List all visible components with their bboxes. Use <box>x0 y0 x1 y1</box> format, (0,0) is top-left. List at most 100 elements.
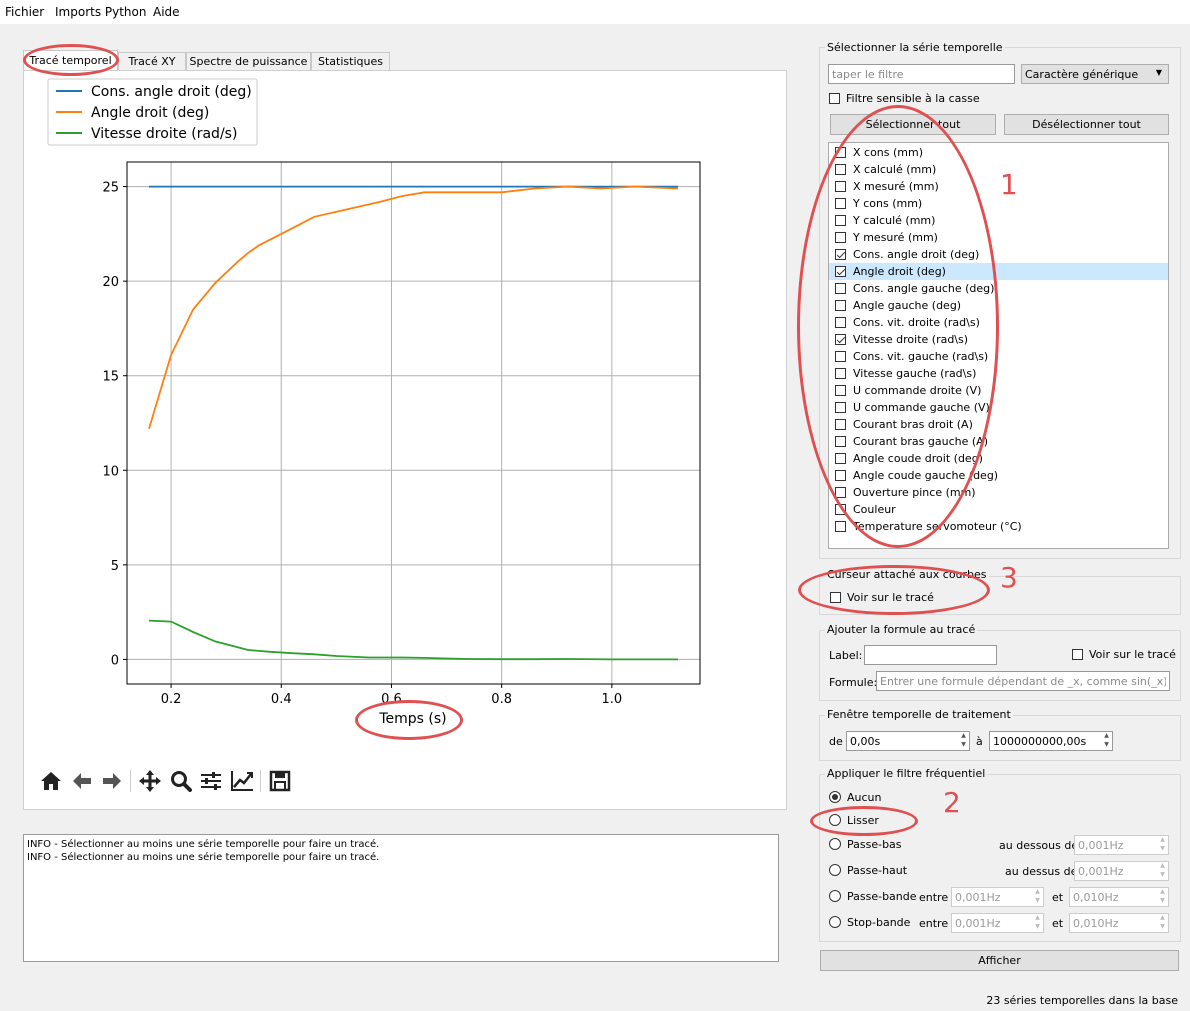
bandstop-low-spinbox[interactable]: ▲ ▼ <box>951 913 1044 933</box>
bandpass-high-spinbox[interactable]: ▲ ▼ <box>1069 887 1169 907</box>
spin-up-icon[interactable]: ▲ <box>958 732 969 740</box>
spin-up-icon[interactable]: ▲ <box>1032 888 1043 896</box>
series-list-item[interactable]: X cons (mm) <box>829 144 1168 161</box>
series-checkbox[interactable] <box>835 487 846 498</box>
spin-up-icon[interactable]: ▲ <box>1032 914 1043 922</box>
pan-icon[interactable] <box>137 768 163 794</box>
series-checkbox[interactable] <box>835 215 846 226</box>
series-list-item[interactable]: Y mesuré (mm) <box>829 229 1168 246</box>
series-checkbox[interactable] <box>835 317 846 328</box>
series-list-item[interactable]: Y cons (mm) <box>829 195 1168 212</box>
series-checkbox[interactable] <box>835 470 846 481</box>
series-checkbox[interactable] <box>835 266 846 277</box>
bandpass-low-spinbox[interactable]: ▲ ▼ <box>951 887 1044 907</box>
tab-spectre-puissance[interactable]: Spectre de puissance <box>186 52 311 71</box>
series-list-item[interactable]: X mesuré (mm) <box>829 178 1168 195</box>
series-checkbox[interactable] <box>835 249 846 260</box>
spin-down-icon[interactable]: ▼ <box>1032 897 1043 905</box>
spin-down-icon[interactable]: ▼ <box>958 741 969 749</box>
series-list-item[interactable]: Vitesse gauche (rad\s) <box>829 365 1168 382</box>
spin-up-icon[interactable]: ▲ <box>1157 862 1168 870</box>
series-checkbox[interactable] <box>835 402 846 413</box>
window-to-input[interactable] <box>989 731 1113 751</box>
bandpass-low-input[interactable] <box>951 887 1044 907</box>
series-list-item[interactable]: U commande droite (V) <box>829 382 1168 399</box>
series-list-item[interactable]: U commande gauche (V) <box>829 399 1168 416</box>
series-checkbox[interactable] <box>835 504 846 515</box>
series-checkbox[interactable] <box>835 283 846 294</box>
series-checkbox[interactable] <box>835 385 846 396</box>
series-checkbox[interactable] <box>835 351 846 362</box>
series-checkbox[interactable] <box>835 453 846 464</box>
bandstop-high-spinbox[interactable]: ▲ ▼ <box>1069 913 1169 933</box>
tab-trace-temporel[interactable]: Tracé temporel <box>23 50 118 72</box>
series-list-item[interactable]: Cons. vit. gauche (rad\s) <box>829 348 1168 365</box>
cursor-show-checkbox[interactable] <box>830 592 841 603</box>
spin-up-icon[interactable]: ▲ <box>1157 888 1168 896</box>
series-checkbox[interactable] <box>835 147 846 158</box>
radio-passe-haut[interactable] <box>829 864 841 876</box>
back-arrow-icon[interactable] <box>69 768 95 794</box>
series-checkbox[interactable] <box>835 164 846 175</box>
time-series-chart[interactable]: 0.2 0.4 0.6 0.8 1.0 0 5 10 15 20 25 Temps (s) Cons… <box>24 71 784 807</box>
series-list-item[interactable]: Angle coude gauche (deg) <box>829 467 1168 484</box>
series-list-item[interactable]: X calculé (mm) <box>829 161 1168 178</box>
series-checkbox[interactable] <box>835 368 846 379</box>
case-sensitive-checkbox[interactable] <box>829 93 840 104</box>
series-checkbox[interactable] <box>835 198 846 209</box>
highpass-input[interactable] <box>1074 861 1169 881</box>
formula-input[interactable] <box>876 671 1170 691</box>
series-list-item[interactable]: Courant bras droit (A) <box>829 416 1168 433</box>
menu-aide[interactable]: Aide <box>153 5 180 19</box>
filter-input[interactable] <box>828 64 1015 84</box>
bandpass-high-input[interactable] <box>1069 887 1169 907</box>
highpass-spinbox[interactable]: ▲ ▼ <box>1074 861 1169 881</box>
bandstop-high-input[interactable] <box>1069 913 1169 933</box>
spin-down-icon[interactable]: ▼ <box>1157 897 1168 905</box>
lowpass-spinbox[interactable]: ▲ ▼ <box>1074 835 1169 855</box>
series-list-item[interactable]: Y calculé (mm) <box>829 212 1168 229</box>
filter-mode-select[interactable]: Caractère générique ▼ <box>1021 64 1169 84</box>
series-checkbox[interactable] <box>835 419 846 430</box>
series-list-item[interactable]: Angle gauche (deg) <box>829 297 1168 314</box>
spin-down-icon[interactable]: ▼ <box>1032 923 1043 931</box>
series-checkbox[interactable] <box>835 181 846 192</box>
spin-down-icon[interactable]: ▼ <box>1157 871 1168 879</box>
edit-curves-icon[interactable] <box>229 768 255 794</box>
series-list-item[interactable]: Vitesse droite (rad\s) <box>829 331 1168 348</box>
series-list-item[interactable]: Angle droit (deg) <box>829 263 1168 280</box>
home-icon[interactable] <box>38 768 64 794</box>
window-from-input[interactable] <box>846 731 970 751</box>
tab-statistiques[interactable]: Statistiques <box>311 52 390 71</box>
menu-fichier[interactable]: Fichier <box>5 5 44 19</box>
series-checkbox[interactable] <box>835 436 846 447</box>
series-list-item[interactable]: Cons. angle droit (deg) <box>829 246 1168 263</box>
window-to-spinbox[interactable]: ▲ ▼ <box>989 731 1113 751</box>
series-list-item[interactable]: Cons. angle gauche (deg) <box>829 280 1168 297</box>
spin-up-icon[interactable]: ▲ <box>1157 836 1168 844</box>
window-from-spinbox[interactable]: ▲ ▼ <box>846 731 970 751</box>
series-checkbox[interactable] <box>835 521 846 532</box>
zoom-icon[interactable] <box>168 768 194 794</box>
subplots-config-icon[interactable] <box>198 768 224 794</box>
forward-arrow-icon[interactable] <box>99 768 125 794</box>
spin-down-icon[interactable]: ▼ <box>1157 923 1168 931</box>
tab-trace-xy[interactable]: Tracé XY <box>118 52 186 71</box>
series-checkbox[interactable] <box>835 334 846 345</box>
spin-down-icon[interactable]: ▼ <box>1157 845 1168 853</box>
save-icon[interactable] <box>267 768 293 794</box>
menu-imports-python[interactable]: Imports Python <box>55 5 147 19</box>
log-console[interactable]: INFO - Sélectionner au moins une série t… <box>23 834 779 962</box>
lowpass-input[interactable] <box>1074 835 1169 855</box>
series-list-item[interactable]: Cons. vit. droite (rad\s) <box>829 314 1168 331</box>
spin-up-icon[interactable]: ▲ <box>1157 914 1168 922</box>
deselect-all-button[interactable]: Désélectionner tout <box>1004 114 1169 135</box>
series-checkbox[interactable] <box>835 232 846 243</box>
radio-passe-bande[interactable] <box>829 890 841 902</box>
series-checkbox[interactable] <box>835 300 846 311</box>
radio-passe-bas[interactable] <box>829 838 841 850</box>
spin-down-icon[interactable]: ▼ <box>1101 741 1112 749</box>
spin-up-icon[interactable]: ▲ <box>1101 732 1112 740</box>
radio-stop-bande[interactable] <box>829 916 841 928</box>
series-list-item[interactable]: Temperature servomoteur (°C) <box>829 518 1168 535</box>
